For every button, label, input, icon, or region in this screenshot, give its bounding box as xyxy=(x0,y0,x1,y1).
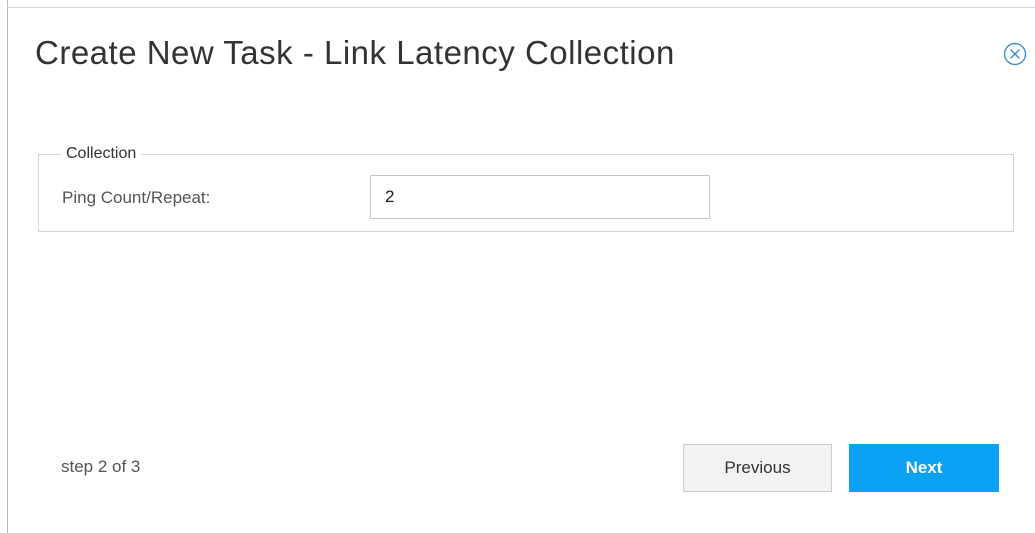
next-button[interactable]: Next xyxy=(849,444,999,492)
collection-legend: Collection xyxy=(61,143,142,165)
dialog-left-border xyxy=(7,0,8,533)
collection-fieldset: Collection Ping Count/Repeat: xyxy=(38,143,1014,232)
dialog-top-border xyxy=(7,7,1035,8)
ping-count-input[interactable] xyxy=(370,175,710,219)
close-button[interactable] xyxy=(1002,41,1028,67)
previous-button[interactable]: Previous xyxy=(683,444,832,492)
create-task-dialog: Create New Task - Link Latency Collectio… xyxy=(0,0,1035,533)
step-indicator: step 2 of 3 xyxy=(61,457,141,476)
close-circle-icon xyxy=(1003,42,1027,66)
ping-count-label: Ping Count/Repeat: xyxy=(62,188,211,207)
dialog-title: Create New Task - Link Latency Collectio… xyxy=(35,34,675,71)
